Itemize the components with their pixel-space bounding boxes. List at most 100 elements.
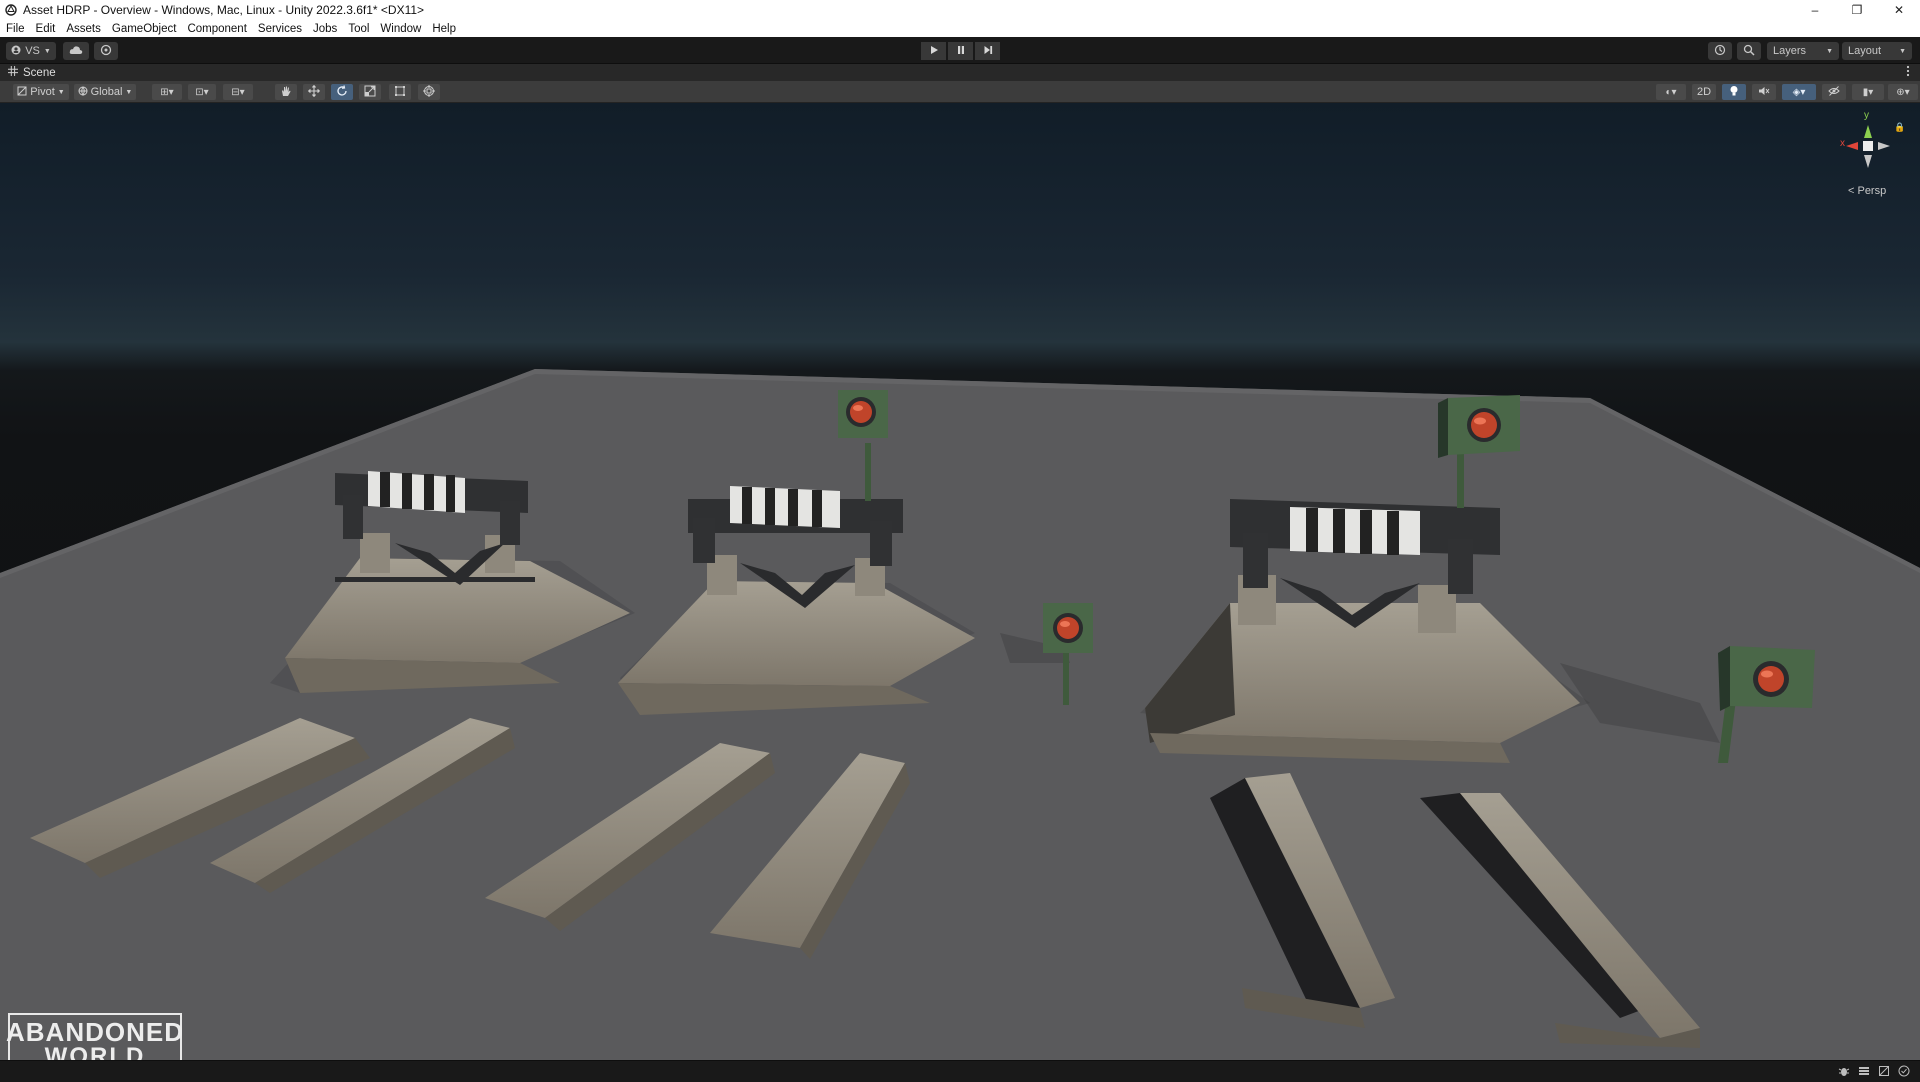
more-options-icon[interactable]: [1906, 65, 1910, 80]
grid-snap-icon: ⊞▾: [160, 86, 174, 98]
menu-tool[interactable]: Tool: [348, 23, 369, 35]
camera-settings-dropdown[interactable]: ▮▾: [1852, 84, 1884, 100]
global-dropdown[interactable]: Global ▼: [74, 84, 136, 100]
watermark-line-1: ABANDONED: [6, 1017, 184, 1047]
menu-services[interactable]: Services: [258, 23, 302, 35]
account-dropdown[interactable]: VS ▼: [6, 42, 56, 60]
account-label: VS: [25, 45, 40, 57]
scale-tool-button[interactable]: [359, 84, 381, 100]
step-icon: [983, 42, 993, 60]
grid-visibility-dropdown[interactable]: ⊡▾: [188, 84, 216, 100]
hidden-objects-toggle[interactable]: [1822, 84, 1846, 100]
menu-gameobject[interactable]: GameObject: [112, 23, 177, 35]
lightbulb-icon: [1729, 85, 1739, 100]
menu-window[interactable]: Window: [380, 23, 421, 35]
rotate-tool-button[interactable]: [331, 84, 353, 100]
checkmark-icon[interactable]: [1898, 1064, 1910, 1082]
cache-icon[interactable]: [1878, 1064, 1890, 1082]
menu-file[interactable]: File: [6, 23, 25, 35]
main-toolbar: VS ▼ Layers ▼ Layout ▼: [0, 37, 1920, 64]
audio-mute-icon: [1758, 86, 1770, 99]
shading-sphere-icon: ◐▾: [1665, 86, 1677, 98]
gizmo-x-label: x: [1840, 138, 1845, 149]
chevron-down-icon: ▼: [57, 88, 65, 96]
move-tool-icon: [308, 84, 320, 100]
scene-viewport[interactable]: y x 🔒 < Persp: [0, 103, 1920, 1060]
search-button[interactable]: [1737, 42, 1761, 60]
collab-button[interactable]: [94, 42, 118, 60]
globe-icon: [78, 86, 88, 99]
chevron-down-icon: ▼: [1826, 47, 1833, 55]
history-icon: [1714, 44, 1726, 59]
undo-history-button[interactable]: [1708, 42, 1732, 60]
hand-tool-icon: [280, 85, 292, 100]
window-title: Asset HDRP - Overview - Windows, Mac, Li…: [23, 3, 425, 17]
pivot-label: Pivot: [30, 86, 55, 98]
chevron-down-icon: ▼: [43, 47, 51, 55]
pivot-icon: [17, 86, 27, 99]
rotate-tool-icon: [336, 84, 348, 100]
scene-grid-icon: [8, 66, 18, 79]
tab-scene-label: Scene: [23, 66, 56, 79]
minimize-button[interactable]: –: [1794, 0, 1836, 20]
menu-help[interactable]: Help: [432, 23, 456, 35]
tab-scene[interactable]: Scene: [0, 66, 56, 79]
cloud-button[interactable]: [63, 42, 89, 60]
mode-2d-label: 2D: [1696, 86, 1712, 98]
orientation-gizmo[interactable]: y x 🔒: [1838, 110, 1905, 175]
lighting-toggle[interactable]: [1722, 84, 1746, 100]
lock-icon[interactable]: 🔒: [1894, 122, 1905, 133]
pivot-dropdown[interactable]: Pivot ▼: [13, 84, 69, 100]
transform-tool-button[interactable]: [418, 84, 440, 100]
gizmos-sphere-icon: ⊕▾: [1896, 86, 1910, 98]
layout-label: Layout: [1848, 45, 1882, 57]
transform-tool-icon: [423, 84, 435, 100]
mode-2d-toggle[interactable]: 2D: [1692, 84, 1716, 100]
menu-jobs[interactable]: Jobs: [313, 23, 337, 35]
move-tool-button[interactable]: [303, 84, 325, 100]
pause-icon: [956, 42, 966, 60]
gizmos-dropdown[interactable]: ⊕▾: [1888, 84, 1918, 100]
menu-edit[interactable]: Edit: [36, 23, 56, 35]
status-bar: [0, 1060, 1920, 1080]
scene-toolbar: Pivot ▼ Global ▼ ⊞▾ ⊡▾ ⊟▾ ◐▾ 2D ◈▾ ▮▾ ⊕▾: [0, 81, 1920, 103]
play-button[interactable]: [921, 42, 946, 60]
effects-dropdown[interactable]: ◈▾: [1782, 84, 1816, 100]
audio-toggle[interactable]: [1752, 84, 1776, 100]
snap-increment-icon: ⊟▾: [231, 86, 245, 98]
chevron-down-icon: ▼: [1899, 47, 1906, 55]
scene-render: [0, 103, 1920, 1060]
effects-layers-icon: ◈▾: [1792, 86, 1806, 98]
grid-icon: ⊡▾: [195, 86, 209, 98]
maximize-button[interactable]: ❐: [1836, 0, 1878, 20]
camera-icon: ▮▾: [1862, 86, 1874, 98]
global-label: Global: [90, 86, 123, 98]
collab-icon: [100, 44, 112, 59]
layers-dropdown[interactable]: Layers ▼: [1767, 42, 1839, 60]
chevron-down-icon: ▼: [125, 88, 133, 96]
pause-button[interactable]: [948, 42, 973, 60]
projection-toggle[interactable]: < Persp: [1848, 185, 1886, 197]
step-button[interactable]: [975, 42, 1000, 60]
increment-snap-dropdown[interactable]: ⊟▾: [223, 84, 253, 100]
cloud-icon: [69, 45, 83, 58]
eye-slash-icon: [1828, 85, 1840, 99]
search-icon: [1743, 44, 1755, 59]
layout-dropdown[interactable]: Layout ▼: [1842, 42, 1912, 60]
rect-tool-button[interactable]: [389, 84, 411, 100]
layers-label: Layers: [1773, 45, 1807, 57]
grid-snap-dropdown[interactable]: ⊞▾: [152, 84, 182, 100]
debug-icon[interactable]: [1838, 1064, 1850, 1082]
unity-logo-icon: [3, 2, 19, 18]
play-icon: [929, 42, 939, 60]
window-titlebar: Asset HDRP - Overview - Windows, Mac, Li…: [0, 0, 1920, 20]
progress-icon[interactable]: [1858, 1064, 1870, 1082]
rect-tool-icon: [394, 85, 406, 100]
hand-tool-button[interactable]: [275, 84, 297, 100]
draw-mode-dropdown[interactable]: ◐▾: [1656, 84, 1686, 100]
menu-bar: File Edit Assets GameObject Component Se…: [0, 20, 1920, 37]
gizmo-y-label: y: [1864, 110, 1869, 121]
close-button[interactable]: ✕: [1878, 0, 1920, 20]
menu-assets[interactable]: Assets: [66, 23, 101, 35]
menu-component[interactable]: Component: [187, 23, 246, 35]
